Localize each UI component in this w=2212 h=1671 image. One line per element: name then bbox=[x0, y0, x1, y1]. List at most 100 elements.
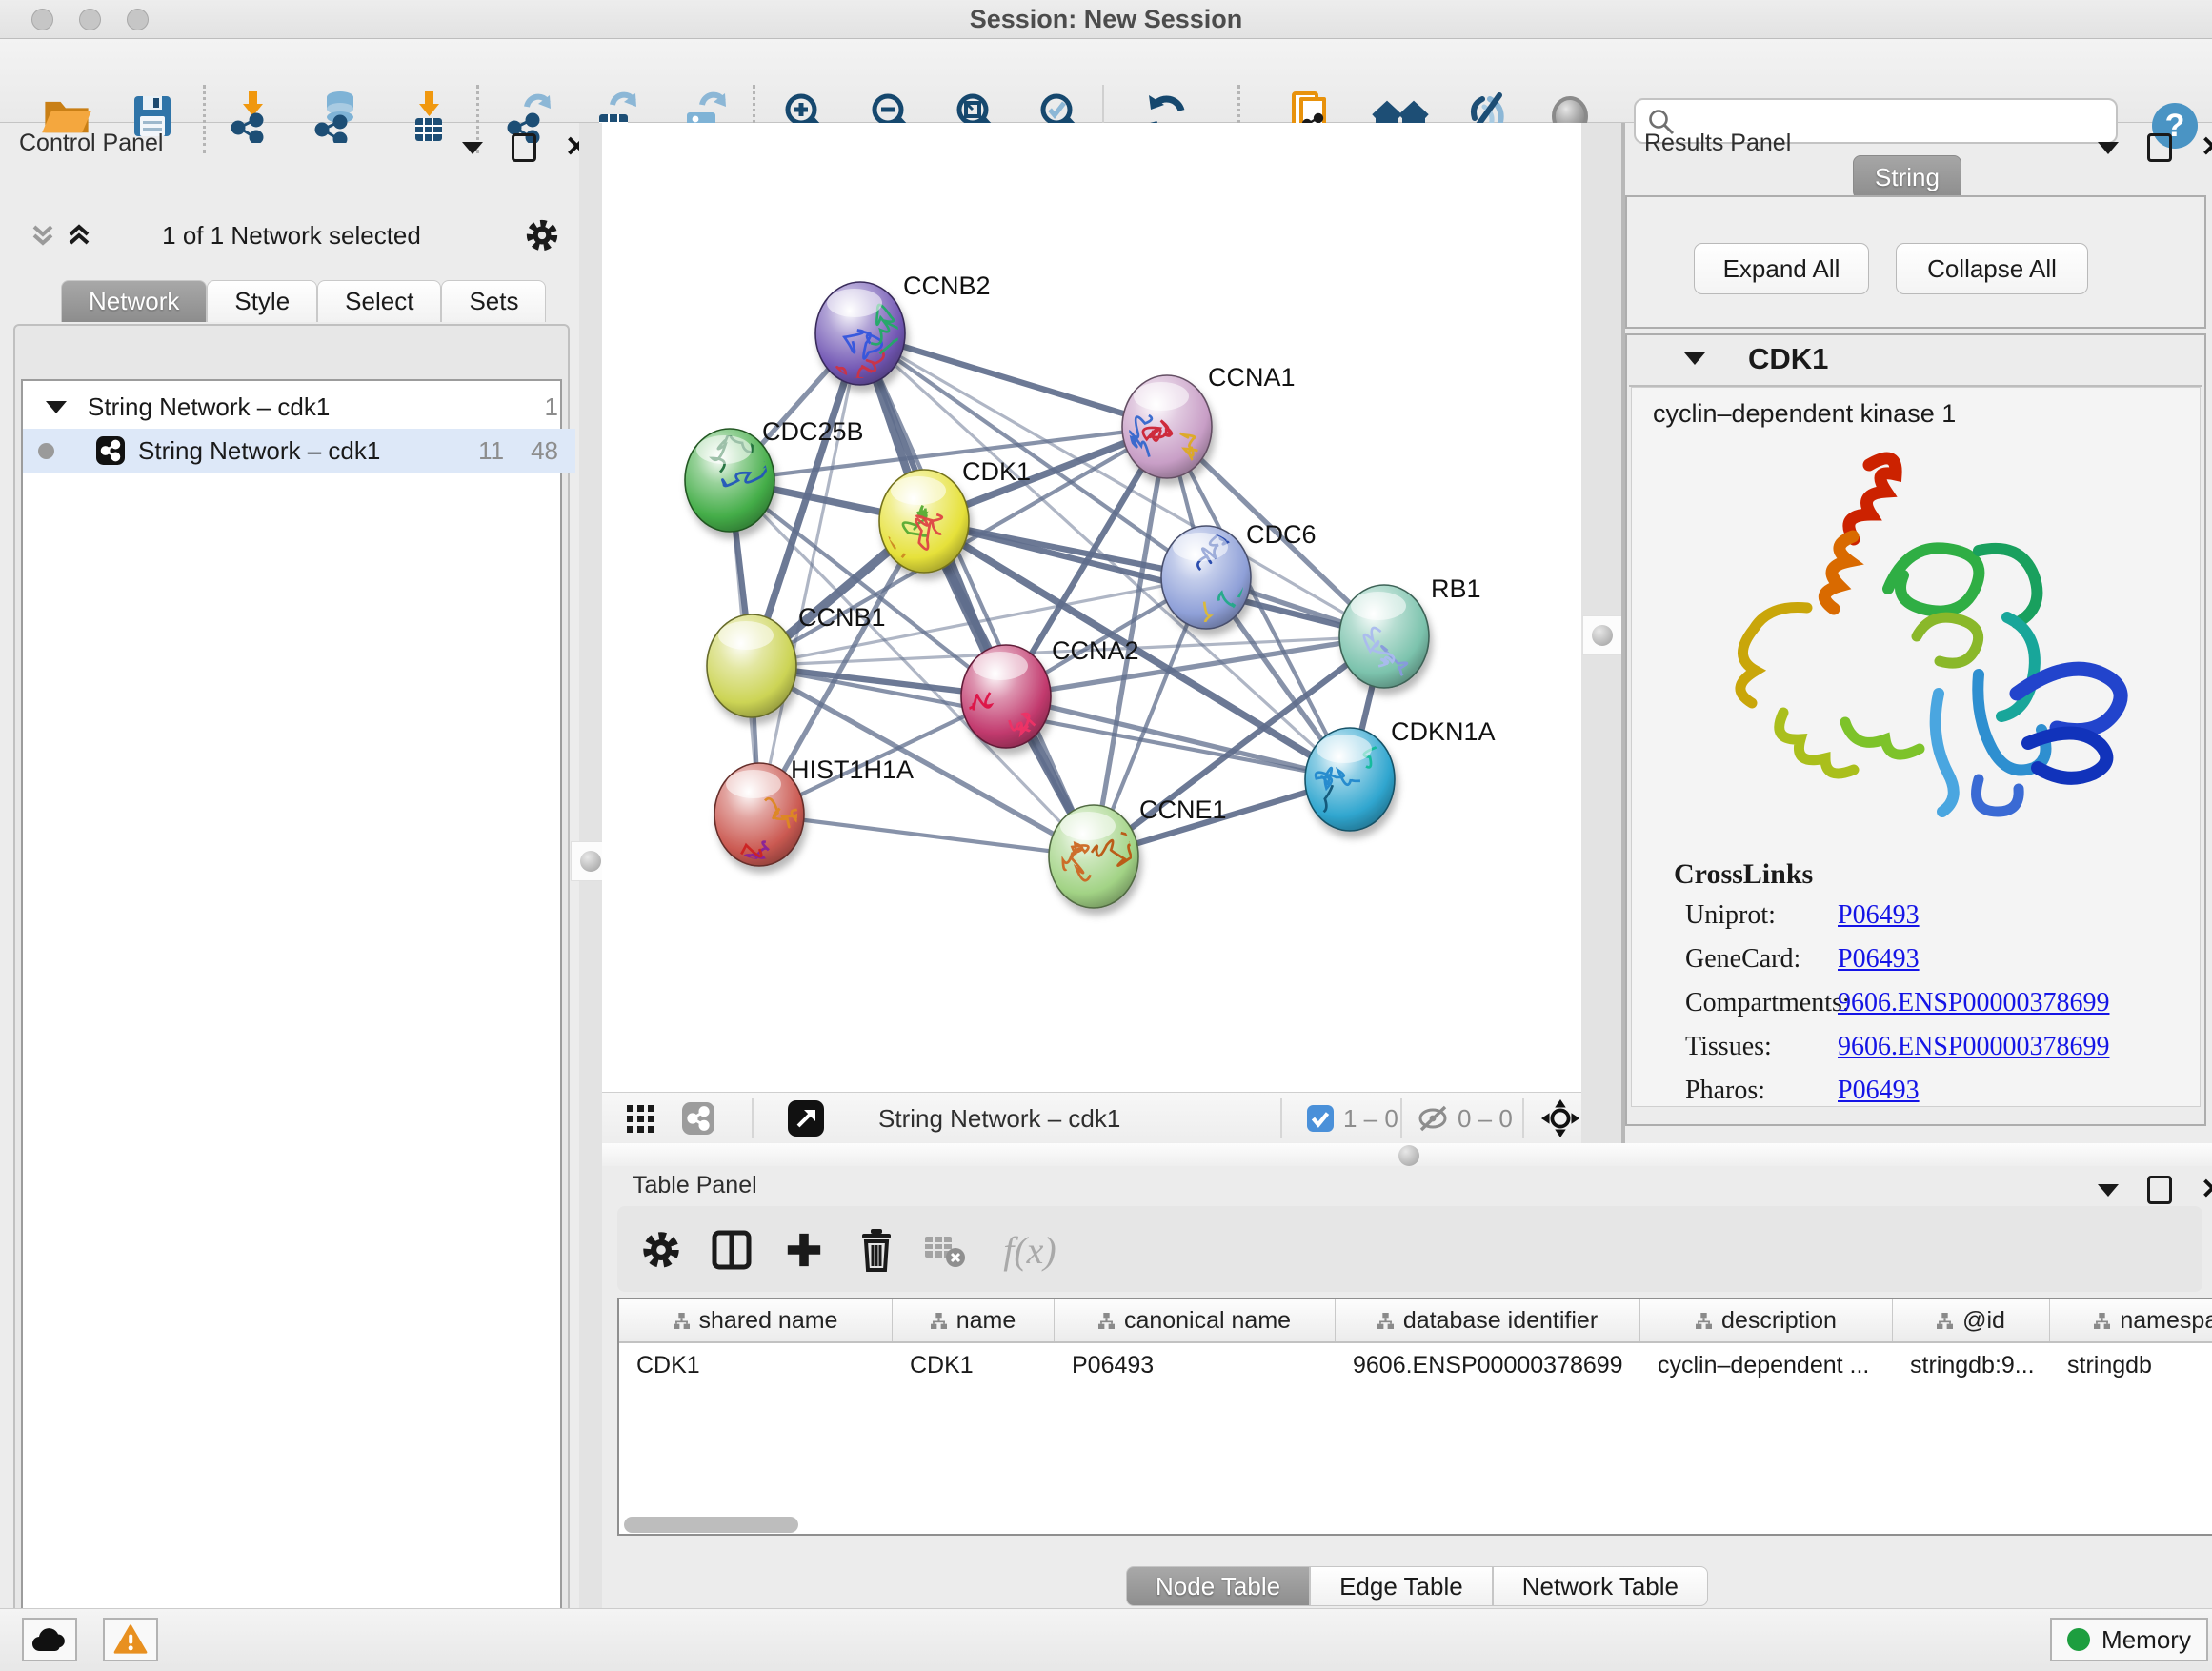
table-horizontal-scrollbar[interactable] bbox=[624, 1517, 798, 1533]
crosslink-link[interactable]: 9606.ENSP00000378699 bbox=[1838, 1032, 2200, 1062]
network-node-CCNE1[interactable] bbox=[1049, 805, 1138, 908]
share-view-icon[interactable] bbox=[682, 1102, 714, 1135]
crosslink-label: GeneCard: bbox=[1685, 944, 1838, 975]
gear-icon[interactable] bbox=[524, 217, 560, 253]
network-label: String Network – cdk1 bbox=[138, 436, 380, 466]
table-tab-node-table[interactable]: Node Table bbox=[1126, 1566, 1310, 1606]
table-cell[interactable]: CDK1 bbox=[893, 1352, 1055, 1379]
birds-eye-icon[interactable] bbox=[1540, 1098, 1580, 1138]
network-row-selected[interactable]: String Network – cdk1 11 48 bbox=[23, 429, 575, 473]
column-header-namespace[interactable]: namespace bbox=[2050, 1299, 2212, 1341]
table-cell[interactable]: P06493 bbox=[1055, 1352, 1336, 1379]
left-splitter[interactable] bbox=[579, 123, 602, 1608]
float-panel-icon[interactable] bbox=[2147, 1176, 2172, 1204]
column-header-name[interactable]: name bbox=[893, 1299, 1055, 1341]
delete-table-button-disabled[interactable] bbox=[918, 1223, 972, 1277]
crosslink-row: Tissues:9606.ENSP00000378699 bbox=[1685, 1032, 2200, 1062]
horizontal-splitter-handle[interactable] bbox=[1398, 1145, 1419, 1166]
window-title: Session: New Session bbox=[0, 5, 2212, 34]
memory-button[interactable]: Memory bbox=[2050, 1618, 2208, 1661]
table-cell[interactable]: stringdb bbox=[2050, 1352, 2212, 1379]
table-tab-edge-table[interactable]: Edge Table bbox=[1310, 1566, 1493, 1606]
horizontal-splitter[interactable] bbox=[602, 1143, 2212, 1166]
right-splitter-handle[interactable] bbox=[1582, 615, 1622, 655]
node-label-CCNE1: CCNE1 bbox=[1139, 795, 1227, 824]
column-header-shared-name[interactable]: shared name bbox=[619, 1299, 893, 1341]
control-tab-select[interactable]: Select bbox=[317, 280, 441, 322]
show-columns-button[interactable] bbox=[705, 1223, 758, 1277]
column-header-database-identifier[interactable]: database identifier bbox=[1336, 1299, 1640, 1341]
hidden-eye-slash-icon[interactable] bbox=[1418, 1104, 1450, 1133]
collapse-all-button[interactable]: Collapse All bbox=[1896, 243, 2088, 294]
crosslink-label: Tissues: bbox=[1685, 1032, 1838, 1062]
table-cell[interactable]: stringdb:9... bbox=[1893, 1352, 2050, 1379]
panel-menu-icon[interactable] bbox=[462, 142, 483, 154]
grid-view-icon[interactable] bbox=[627, 1105, 655, 1134]
delete-column-button[interactable] bbox=[850, 1223, 903, 1277]
table-cell[interactable]: 9606.ENSP00000378699 bbox=[1336, 1352, 1640, 1379]
gene-description: cyclin–dependent kinase 1 bbox=[1653, 399, 2200, 429]
trash-icon bbox=[857, 1228, 895, 1272]
network-canvas[interactable]: CCNB2CCNA1CDC25BCDK1CDC6RB1CCNB1CCNA2CDK… bbox=[602, 123, 1581, 1092]
detach-view-icon[interactable] bbox=[788, 1100, 824, 1137]
collection-expand-icon[interactable] bbox=[46, 401, 67, 413]
column-header-description[interactable]: description bbox=[1640, 1299, 1893, 1341]
control-panel-title: Control Panel bbox=[19, 130, 163, 157]
float-panel-icon[interactable] bbox=[512, 133, 536, 162]
expand-all-button[interactable]: Expand All bbox=[1694, 243, 1869, 294]
cloud-status-button[interactable] bbox=[22, 1618, 77, 1661]
crosslink-link[interactable]: 9606.ENSP00000378699 bbox=[1838, 988, 2200, 1018]
selected-checkbox-icon[interactable] bbox=[1307, 1105, 1334, 1132]
network-node-CCNB1[interactable] bbox=[707, 614, 796, 717]
panel-menu-icon[interactable] bbox=[2098, 142, 2119, 154]
crosslinks-list: Uniprot:P06493GeneCard:P06493Compartment… bbox=[1632, 900, 2200, 1106]
crosslink-link[interactable]: P06493 bbox=[1838, 1076, 2200, 1106]
plus-icon bbox=[784, 1230, 824, 1270]
collection-label: String Network – cdk1 bbox=[88, 393, 330, 422]
control-tab-style[interactable]: Style bbox=[207, 280, 317, 322]
right-splitter[interactable] bbox=[1581, 123, 1621, 1143]
node-label-CCNA2: CCNA2 bbox=[1052, 636, 1139, 665]
close-panel-icon[interactable]: ✕ bbox=[2201, 1178, 2212, 1201]
close-panel-icon[interactable]: ✕ bbox=[2201, 136, 2212, 159]
table-settings-button[interactable] bbox=[634, 1223, 688, 1277]
node-label-CDK1: CDK1 bbox=[962, 457, 1031, 486]
network-node-HIST1H1A[interactable] bbox=[709, 763, 804, 880]
column-label: description bbox=[1721, 1307, 1837, 1335]
column-label: database identifier bbox=[1403, 1307, 1598, 1335]
delete-table-icon bbox=[923, 1231, 967, 1269]
collection-count: 1 bbox=[545, 393, 558, 422]
column-header-canonical-name[interactable]: canonical name bbox=[1055, 1299, 1336, 1341]
control-tab-network[interactable]: Network bbox=[61, 280, 207, 322]
crosslinks-heading: CrossLinks bbox=[1674, 858, 2200, 891]
network-node-CCNB2[interactable] bbox=[815, 282, 906, 385]
table-panel-title: Table Panel bbox=[633, 1172, 757, 1199]
network-node-RB1[interactable] bbox=[1339, 585, 1429, 708]
panel-menu-icon[interactable] bbox=[2098, 1184, 2119, 1197]
crosslink-link[interactable]: P06493 bbox=[1838, 944, 2200, 975]
crosslink-link[interactable]: P06493 bbox=[1838, 900, 2200, 931]
hidden-counter: 0 – 0 bbox=[1458, 1104, 1513, 1134]
table-cell[interactable]: cyclin–dependent ... bbox=[1640, 1352, 1893, 1379]
float-panel-icon[interactable] bbox=[2147, 133, 2172, 162]
create-column-button[interactable] bbox=[777, 1223, 831, 1277]
table-cell[interactable]: CDK1 bbox=[619, 1352, 893, 1379]
control-panel-controls: ✕ bbox=[462, 133, 589, 162]
network-collection-row[interactable]: String Network – cdk1 1 bbox=[23, 385, 583, 429]
table-toolbar: f(x) bbox=[617, 1206, 2202, 1292]
gene-header-row[interactable]: CDK1 bbox=[1629, 335, 2202, 387]
memory-status-dot bbox=[2067, 1628, 2090, 1651]
table-row[interactable]: CDK1CDK1P064939606.ENSP00000378699cyclin… bbox=[619, 1343, 2212, 1387]
crosslink-label: Uniprot: bbox=[1685, 900, 1838, 931]
column-header--id[interactable]: @id bbox=[1893, 1299, 2050, 1341]
results-tab-string[interactable]: String bbox=[1853, 155, 1961, 199]
gene-collapse-icon[interactable] bbox=[1684, 352, 1705, 365]
warning-icon bbox=[113, 1624, 148, 1655]
table-tab-network-table[interactable]: Network Table bbox=[1493, 1566, 1708, 1606]
footer-separator bbox=[1400, 1098, 1402, 1138]
network-node-count: 11 bbox=[478, 436, 504, 466]
network-view-title: String Network – cdk1 bbox=[878, 1104, 1120, 1134]
warning-status-button[interactable] bbox=[103, 1618, 158, 1661]
function-builder-button-disabled[interactable]: f(x) bbox=[987, 1223, 1073, 1277]
control-tab-sets[interactable]: Sets bbox=[441, 280, 546, 322]
